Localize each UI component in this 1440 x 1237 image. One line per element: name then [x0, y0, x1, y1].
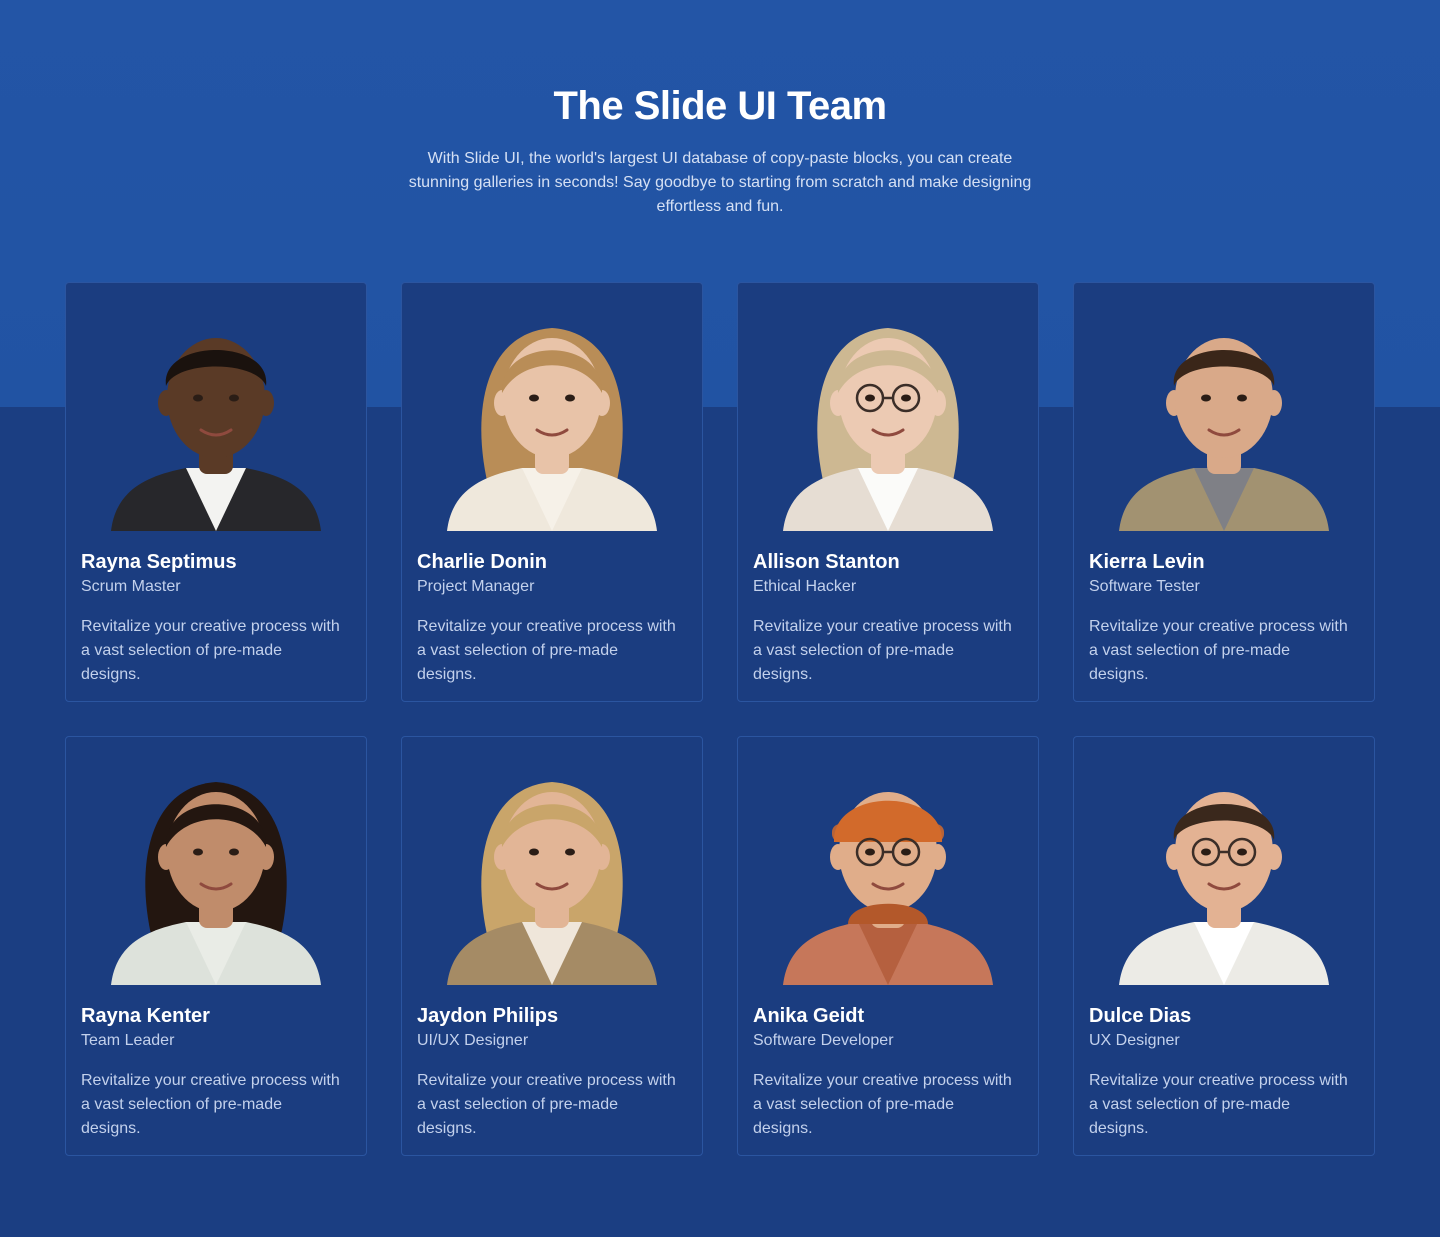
member-name: Anika Geidt	[753, 1005, 865, 1027]
team-member-card: Anika Geidt Software Developer Revitaliz…	[737, 736, 1039, 1156]
member-description: Revitalize your creative process with a …	[1089, 618, 1348, 683]
member-description: Revitalize your creative process with a …	[81, 1072, 340, 1137]
member-description: Revitalize your creative process with a …	[753, 1072, 1012, 1137]
avatar	[1089, 298, 1359, 531]
page-title: The Slide UI Team	[553, 84, 887, 128]
member-name: Kierra Levin	[1089, 551, 1205, 573]
team-member-card: Rayna Kenter Team Leader Revitalize your…	[65, 736, 367, 1156]
team-member-card: Allison Stanton Ethical Hacker Revitaliz…	[737, 282, 1039, 702]
member-role: Ethical Hacker	[753, 578, 857, 595]
member-role: Software Developer	[753, 1032, 894, 1049]
member-name: Rayna Kenter	[81, 1005, 210, 1027]
member-role: UI/UX Designer	[417, 1032, 529, 1049]
member-name: Dulce Dias	[1089, 1005, 1192, 1027]
portrait-illustration	[447, 782, 657, 985]
avatar	[81, 752, 351, 985]
portrait-illustration	[783, 792, 993, 985]
team-section-header: The Slide UI Team With Slide UI, the wor…	[0, 80, 1440, 219]
team-member-card: Jaydon Philips UI/UX Designer Revitalize…	[401, 736, 703, 1156]
team-member-card: Kierra Levin Software Tester Revitalize …	[1073, 282, 1375, 702]
avatar	[417, 298, 687, 531]
member-description: Revitalize your creative process with a …	[417, 1072, 676, 1137]
portrait-illustration	[111, 782, 321, 985]
team-member-card: Charlie Donin Project Manager Revitalize…	[401, 282, 703, 702]
member-description: Revitalize your creative process with a …	[1089, 1072, 1348, 1137]
avatar	[1089, 752, 1359, 985]
member-description: Revitalize your creative process with a …	[81, 618, 340, 683]
team-member-card: Rayna Septimus Scrum Master Revitalize y…	[65, 282, 367, 702]
member-description: Revitalize your creative process with a …	[753, 618, 1012, 683]
member-name: Allison Stanton	[753, 551, 900, 573]
avatar	[753, 752, 1023, 985]
page-subtitle: With Slide UI, the world's largest UI da…	[408, 150, 1032, 215]
member-role: Project Manager	[417, 578, 535, 595]
portrait-illustration	[111, 338, 321, 531]
member-role: UX Designer	[1089, 1032, 1180, 1049]
portrait-illustration	[1119, 338, 1329, 531]
team-member-card: Dulce Dias UX Designer Revitalize your c…	[1073, 736, 1375, 1156]
member-description: Revitalize your creative process with a …	[417, 618, 676, 683]
portrait-illustration	[1119, 792, 1329, 985]
member-role: Scrum Master	[81, 578, 181, 595]
avatar	[753, 298, 1023, 531]
member-role: Software Tester	[1089, 578, 1200, 595]
member-name: Charlie Donin	[417, 551, 548, 573]
avatar	[417, 752, 687, 985]
avatar	[81, 298, 351, 531]
portrait-illustration	[447, 328, 657, 531]
portrait-illustration	[783, 328, 993, 531]
member-name: Jaydon Philips	[417, 1005, 559, 1027]
team-grid: Rayna Septimus Scrum Master Revitalize y…	[65, 282, 1375, 1156]
member-role: Team Leader	[81, 1032, 175, 1049]
member-name: Rayna Septimus	[81, 551, 237, 573]
